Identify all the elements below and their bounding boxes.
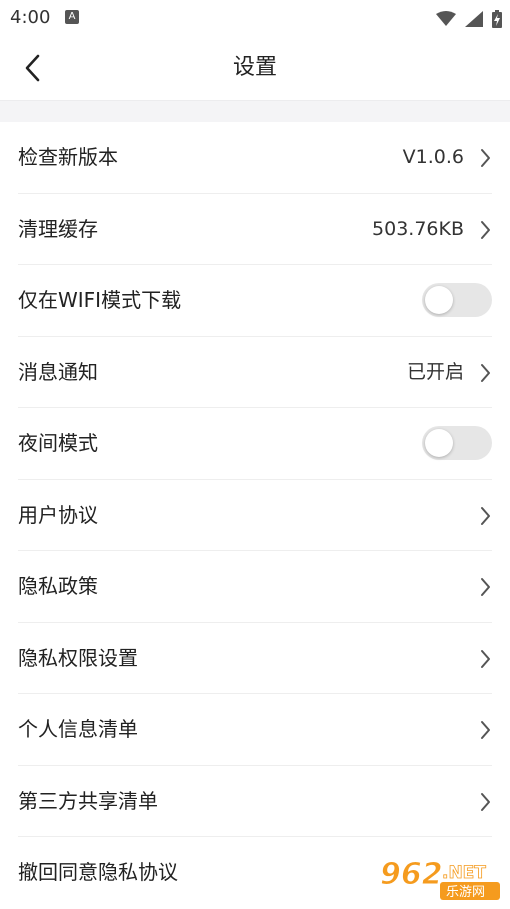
back-button[interactable] <box>14 50 50 86</box>
settings-row-notifications[interactable]: 消息通知 已开启 <box>18 337 492 409</box>
row-label: 消息通知 <box>18 337 98 408</box>
status-bar: 4:00 A <box>0 0 510 36</box>
chevron-right-icon <box>478 649 492 669</box>
notification-status-value: 已开启 <box>407 337 464 408</box>
settings-row-wifi-only: 仅在WIFI模式下载 <box>18 265 492 337</box>
row-label: 检查新版本 <box>18 122 118 193</box>
settings-row-night-mode: 夜间模式 <box>18 408 492 480</box>
row-label: 撤回同意隐私协议 <box>18 837 178 908</box>
row-label: 隐私政策 <box>18 551 98 622</box>
settings-row-personal-info-list[interactable]: 个人信息清单 <box>18 694 492 766</box>
watermark-suffix: .NET <box>442 863 486 883</box>
watermark-brand: 962 <box>380 857 443 892</box>
signal-icon <box>465 11 483 27</box>
row-label: 夜间模式 <box>18 408 98 479</box>
settings-row-third-party-list[interactable]: 第三方共享清单 <box>18 766 492 838</box>
row-label: 个人信息清单 <box>18 694 138 765</box>
battery-icon <box>492 10 502 28</box>
version-value: V1.0.6 <box>403 122 464 193</box>
chevron-left-icon <box>24 54 40 82</box>
chevron-right-icon <box>478 220 492 240</box>
chevron-right-icon <box>478 577 492 597</box>
chevron-right-icon <box>478 720 492 740</box>
wifi-only-toggle[interactable] <box>422 283 492 317</box>
row-label: 用户协议 <box>18 480 98 551</box>
row-label: 清理缓存 <box>18 194 98 265</box>
section-divider <box>0 100 510 122</box>
page-title: 设置 <box>0 36 510 100</box>
night-mode-toggle[interactable] <box>422 426 492 460</box>
settings-row-privacy-policy[interactable]: 隐私政策 <box>18 551 492 623</box>
settings-row-user-agreement[interactable]: 用户协议 <box>18 480 492 552</box>
settings-row-clear-cache[interactable]: 清理缓存 503.76KB <box>18 194 492 266</box>
chevron-right-icon <box>478 363 492 383</box>
wifi-icon <box>436 11 456 27</box>
title-bar: 设置 <box>0 36 510 100</box>
settings-list: 检查新版本 V1.0.6 清理缓存 503.76KB 仅在WIFI模式下载 消息… <box>0 122 510 909</box>
watermark-logo: 962 .NET 乐游网 <box>378 854 504 902</box>
row-label: 第三方共享清单 <box>18 766 158 837</box>
cache-size-value: 503.76KB <box>372 194 464 265</box>
notification-a-icon: A <box>65 10 79 24</box>
toggle-knob <box>425 286 453 314</box>
status-icons <box>432 8 502 28</box>
chevron-right-icon <box>478 506 492 526</box>
chevron-right-icon <box>478 792 492 812</box>
settings-row-check-version[interactable]: 检查新版本 V1.0.6 <box>18 122 492 194</box>
settings-row-privacy-permissions[interactable]: 隐私权限设置 <box>18 623 492 695</box>
status-time: 4:00 <box>10 7 50 28</box>
toggle-knob <box>425 429 453 457</box>
row-label: 仅在WIFI模式下载 <box>18 265 181 336</box>
chevron-right-icon <box>478 148 492 168</box>
row-label: 隐私权限设置 <box>18 623 138 694</box>
watermark-tagline: 乐游网 <box>446 885 485 900</box>
